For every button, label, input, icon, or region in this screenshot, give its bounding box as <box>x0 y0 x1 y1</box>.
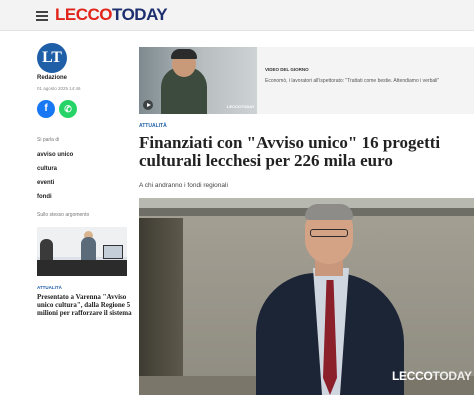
play-icon[interactable] <box>143 100 153 110</box>
tag-fondi[interactable]: fondi <box>37 194 52 200</box>
hero-image: LECCOTODAY <box>139 198 474 395</box>
site-logo[interactable]: LECCOTODAY <box>55 5 168 25</box>
related-title[interactable]: Presentato a Varenna "Avviso unico cultu… <box>37 293 132 317</box>
author-name[interactable]: Redazione <box>37 75 67 81</box>
tag-cultura[interactable]: cultura <box>37 166 57 172</box>
author-avatar: LT <box>37 43 67 73</box>
video-brand: LECCOTODAY <box>227 104 255 109</box>
related-label: Sullo stesso argomento <box>37 212 90 218</box>
image-watermark: LECCOTODAY <box>392 369 472 383</box>
video-title[interactable]: Economò, i lavoratori all'ispettorato: "… <box>265 78 470 85</box>
article-category[interactable]: ATTUALITÀ <box>139 123 167 129</box>
article-headline: Finanziati con "Avviso unico" 16 progett… <box>139 133 441 170</box>
facebook-icon[interactable]: f <box>37 100 55 118</box>
publish-date: 01 agosto 2025 14:46 <box>37 86 81 91</box>
tag-eventi[interactable]: eventi <box>37 180 54 186</box>
related-category: ATTUALITÀ <box>37 285 62 290</box>
topics-label: Si parla di <box>37 137 60 143</box>
logo-part-today: TODAY <box>112 5 168 24</box>
tag-avviso-unico[interactable]: avviso unico <box>37 152 73 158</box>
video-of-the-day[interactable]: LECCOTODAY VIDEO DEL GIORNO Economò, i l… <box>139 47 474 114</box>
related-thumbnail[interactable] <box>37 227 127 276</box>
whatsapp-icon[interactable]: ✆ <box>59 100 77 118</box>
menu-icon[interactable] <box>36 11 48 21</box>
top-bar: LECCOTODAY <box>0 0 474 31</box>
logo-part-lecco: LECCO <box>55 5 113 24</box>
video-kicker: VIDEO DEL GIORNO <box>265 67 309 72</box>
video-thumbnail[interactable]: LECCOTODAY <box>139 47 257 114</box>
article-summary: A chi andranno i fondi regionali <box>139 182 228 189</box>
